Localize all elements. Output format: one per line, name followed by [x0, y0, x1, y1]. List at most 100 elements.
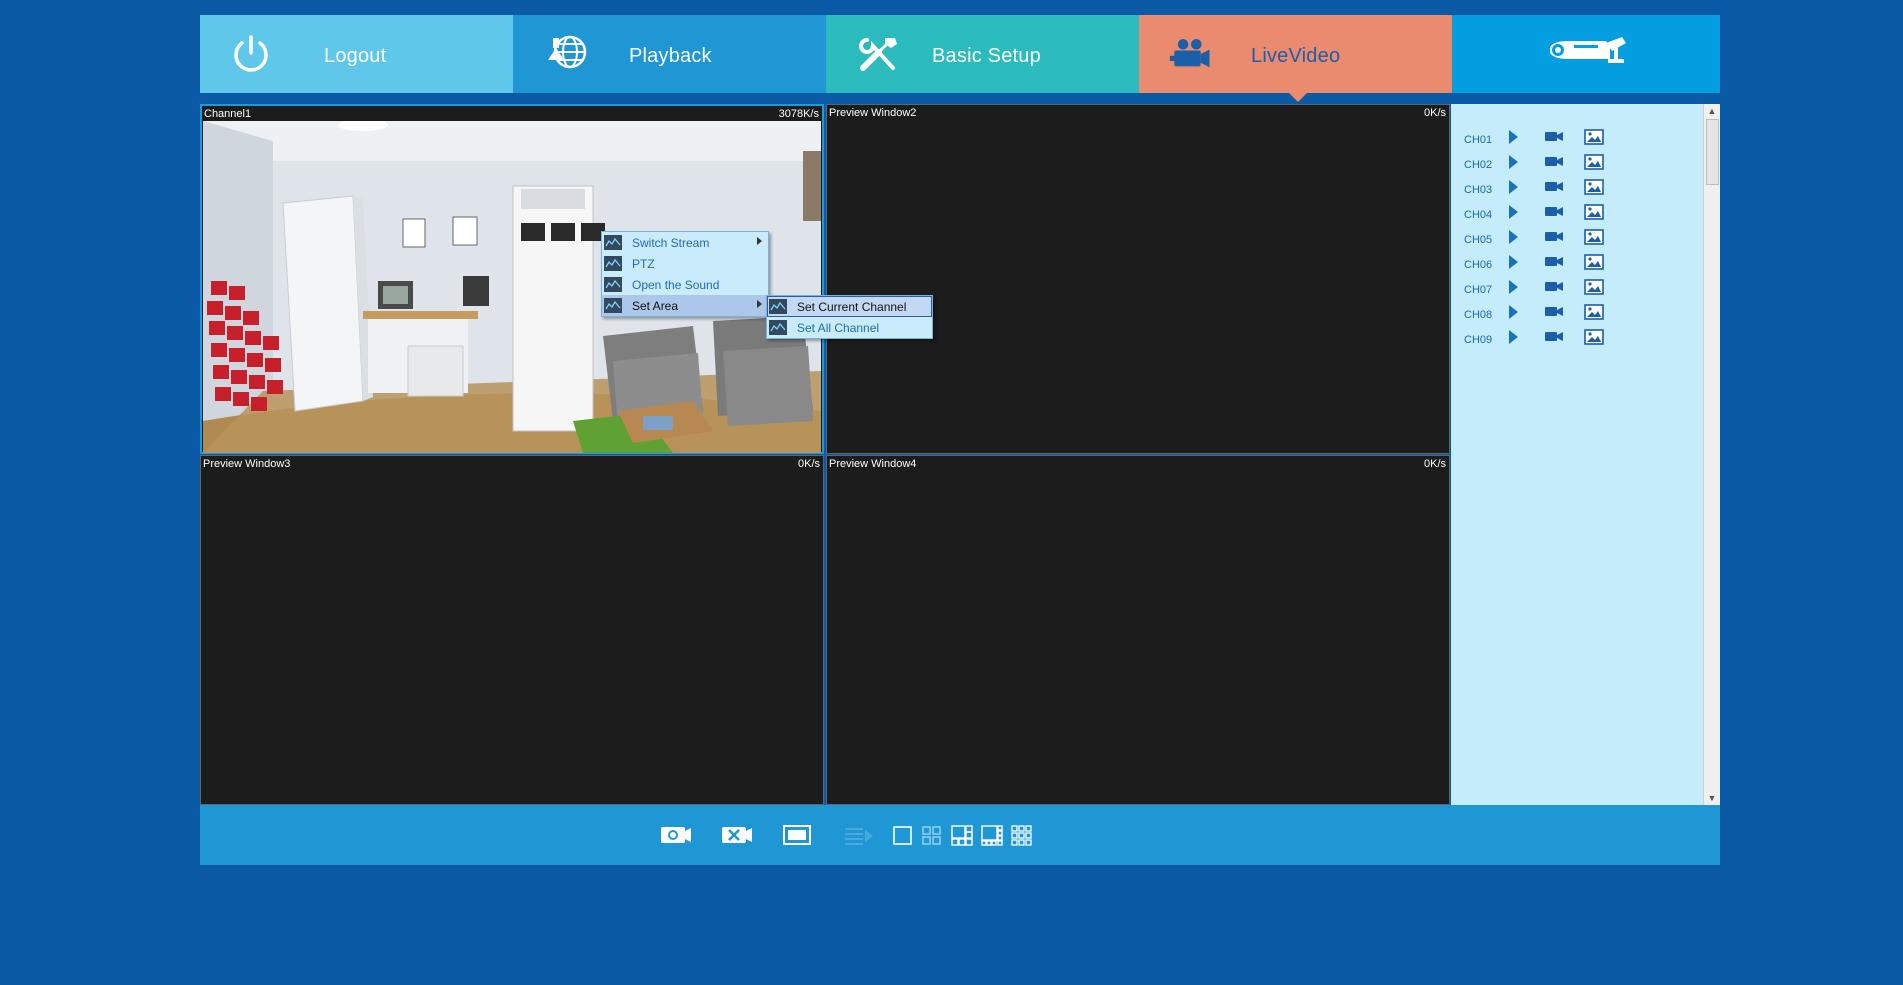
channel-name: CH02: [1464, 158, 1493, 171]
scrollbar-thumb[interactable]: [1706, 119, 1719, 185]
channel-name: CH05: [1464, 233, 1493, 246]
brand-camera-tab: [1452, 15, 1720, 93]
playback-tab[interactable]: Playback: [513, 15, 826, 93]
live-video-label: LiveVideo: [1251, 45, 1341, 67]
play-channel-icon[interactable]: [1508, 304, 1544, 320]
basic-setup-tab[interactable]: Basic Setup: [826, 15, 1139, 93]
play-channel-icon[interactable]: [1508, 279, 1544, 295]
play-channel-icon[interactable]: [1508, 129, 1544, 145]
scroll-down-icon[interactable]: ▼: [1704, 791, 1720, 805]
context-submenu: Set Current Channel Set All Channel: [766, 295, 933, 339]
submenu-arrow-icon: [757, 237, 762, 245]
channel-row: CH06: [1464, 249, 1608, 274]
playlist-icon[interactable]: [843, 822, 875, 848]
menu-item-open-sound[interactable]: Open the Sound: [602, 274, 768, 295]
snapshot-channel-icon[interactable]: [1584, 128, 1608, 145]
scroll-up-icon[interactable]: ▲: [1704, 104, 1720, 118]
menu-item-icon: [604, 235, 622, 250]
layout-4-icon[interactable]: [921, 822, 943, 848]
preview-window-4[interactable]: Preview Window4 0K/s: [826, 455, 1450, 805]
globe-download-icon: [548, 35, 587, 69]
playback-label: Playback: [629, 45, 712, 67]
channel-name: CH07: [1464, 283, 1493, 296]
menu-item-label: Set Current Channel: [797, 299, 907, 314]
channel-row: CH07: [1464, 274, 1608, 299]
record-channel-icon[interactable]: [1544, 254, 1584, 270]
window-title: Channel1: [204, 108, 252, 120]
play-channel-icon[interactable]: [1508, 229, 1544, 245]
window-title: Preview Window2: [829, 107, 917, 119]
layout-6-icon[interactable]: [950, 822, 974, 848]
record-channel-icon[interactable]: [1544, 154, 1584, 170]
stop-recording-icon[interactable]: [720, 822, 754, 848]
logout-tab[interactable]: Logout: [200, 15, 513, 93]
menu-item-ptz[interactable]: PTZ: [602, 253, 768, 274]
record-channel-icon[interactable]: [1544, 179, 1584, 195]
video-camera-icon: [1169, 39, 1210, 68]
play-channel-icon[interactable]: [1508, 179, 1544, 195]
menu-item-icon: [604, 277, 622, 292]
menu-item-icon: [769, 320, 787, 335]
menu-item-label: Switch Stream: [632, 235, 710, 250]
top-navigation: Logout Playback Basic Setup LiveVideo: [200, 15, 1720, 102]
bitrate-label: 0K/s: [797, 458, 820, 470]
snapshot-channel-icon[interactable]: [1584, 228, 1608, 245]
snapshot-channel-icon[interactable]: [1584, 153, 1608, 170]
preview-window-2[interactable]: Preview Window2 0K/s: [826, 104, 1450, 454]
menu-item-set-current-channel[interactable]: Set Current Channel: [767, 296, 932, 317]
channel-row: CH02: [1464, 149, 1608, 174]
window-title: Preview Window3: [203, 458, 291, 470]
channel-row: CH05: [1464, 224, 1608, 249]
channel-row: CH03: [1464, 174, 1608, 199]
play-channel-icon[interactable]: [1508, 204, 1544, 220]
snapshot-channel-icon[interactable]: [1584, 203, 1608, 220]
bitrate-label: 3078K/s: [778, 108, 819, 120]
channel-name: CH08: [1464, 308, 1493, 321]
snapshot-channel-icon[interactable]: [1584, 178, 1608, 195]
record-channel-icon[interactable]: [1544, 279, 1584, 295]
channel-name: CH09: [1464, 333, 1493, 346]
channel-scrollbar[interactable]: ▲ ▼: [1703, 104, 1720, 805]
app: Logout Playback Basic Setup LiveVideo: [200, 15, 1720, 102]
preview-window-3[interactable]: Preview Window3 0K/s: [200, 455, 824, 805]
fullscreen-icon[interactable]: [782, 822, 812, 848]
snapshot-channel-icon[interactable]: [1584, 328, 1608, 345]
menu-item-set-all-channel[interactable]: Set All Channel: [767, 317, 932, 338]
snapshot-channel-icon[interactable]: [1584, 303, 1608, 320]
record-channel-icon[interactable]: [1544, 229, 1584, 245]
record-channel-icon[interactable]: [1544, 204, 1584, 220]
menu-item-label: PTZ: [632, 256, 655, 271]
channel-panel: CH01 CH02 CH03 CH04 CH05 CH06 CH07 CH08 CH09 ▲ ▼: [1451, 104, 1720, 805]
window-title: Preview Window4: [829, 458, 917, 470]
snapshot-channel-icon[interactable]: [1584, 278, 1608, 295]
record-channel-icon[interactable]: [1544, 329, 1584, 345]
context-menu: Switch Stream PTZ Open the Sound Set Are…: [601, 231, 769, 317]
channel-row: CH04: [1464, 199, 1608, 224]
layout-8-icon[interactable]: [980, 822, 1004, 848]
logout-label: Logout: [324, 45, 387, 67]
menu-item-label: Set All Channel: [797, 320, 880, 335]
record-channel-icon[interactable]: [1544, 304, 1584, 320]
layout-1-icon[interactable]: [892, 822, 914, 848]
menu-item-switch-stream[interactable]: Switch Stream: [602, 232, 768, 253]
power-icon: [234, 35, 268, 72]
menu-item-icon: [769, 299, 787, 314]
menu-item-set-area[interactable]: Set Area: [602, 295, 768, 316]
channel-name: CH01: [1464, 133, 1493, 146]
play-channel-icon[interactable]: [1508, 254, 1544, 270]
record-channel-icon[interactable]: [1544, 129, 1584, 145]
play-channel-icon[interactable]: [1508, 154, 1544, 170]
channel-row: CH01: [1464, 124, 1608, 149]
channel-name: CH04: [1464, 208, 1493, 221]
bitrate-label: 0K/s: [1423, 107, 1446, 119]
play-channel-icon[interactable]: [1508, 329, 1544, 345]
channel-row: CH08: [1464, 299, 1608, 324]
menu-item-icon: [604, 256, 622, 271]
menu-item-icon: [604, 298, 622, 313]
snapshot-channel-icon[interactable]: [1584, 253, 1608, 270]
snapshot-icon[interactable]: [659, 822, 693, 848]
live-video-tab[interactable]: LiveVideo: [1139, 15, 1452, 102]
cctv-camera-icon: [1550, 37, 1626, 63]
layout-9-icon[interactable]: [1010, 822, 1034, 848]
channel-name: CH03: [1464, 183, 1493, 196]
